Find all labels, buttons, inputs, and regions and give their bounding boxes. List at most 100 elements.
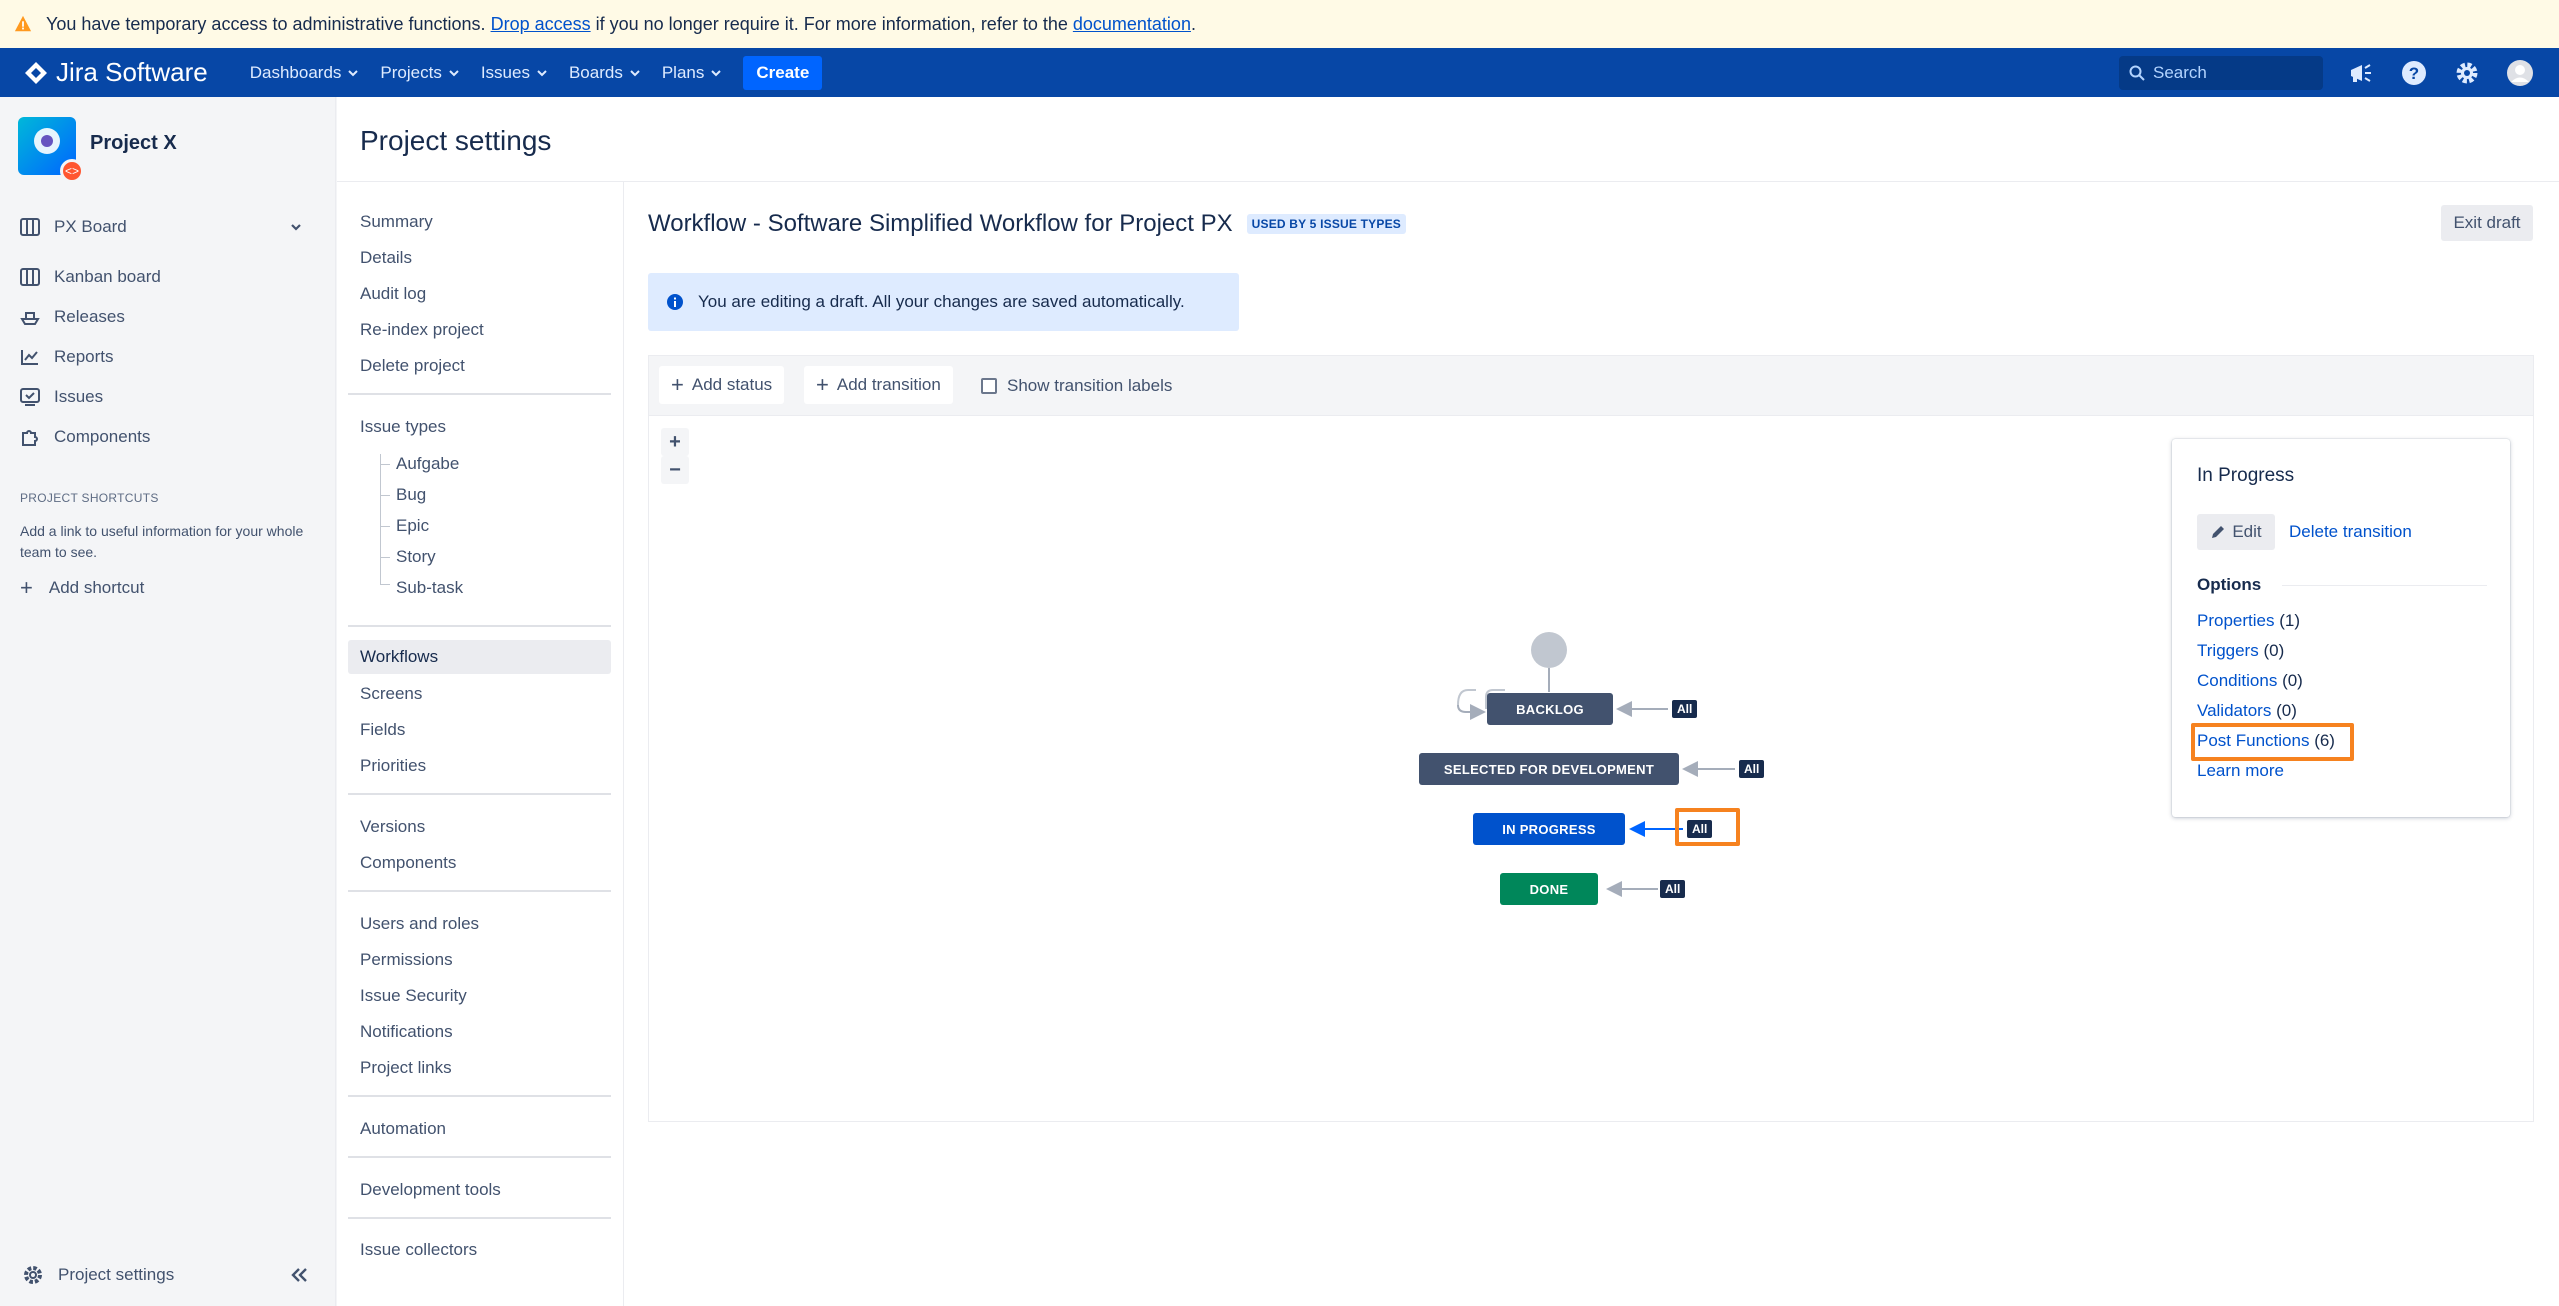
puzzle-icon [22, 430, 38, 446]
megaphone-icon [2351, 64, 2371, 82]
settings-nav-issuetype-subtask[interactable]: Sub-task [396, 578, 463, 598]
search-box[interactable] [2119, 56, 2323, 90]
workflow-toolbar: + Add status + Add transition Show trans… [648, 355, 2534, 415]
status-backlog[interactable]: BACKLOG [1487, 693, 1613, 725]
properties-count: (1) [2279, 611, 2300, 630]
jira-logo[interactable]: Jira Software [24, 57, 208, 88]
nav-projects-label: Projects [380, 62, 442, 82]
nav-plans[interactable]: Plans [662, 63, 722, 83]
settings-nav-components[interactable]: Components [360, 853, 456, 873]
settings-nav-summary[interactable]: Summary [360, 212, 433, 232]
used-by-lozenge[interactable]: USED BY 5 ISSUE TYPES [1246, 214, 1406, 234]
settings-nav-issuetype-epic[interactable]: Epic [396, 516, 429, 536]
settings-nav-users-roles[interactable]: Users and roles [360, 914, 479, 934]
settings-nav-issue-collectors[interactable]: Issue collectors [360, 1240, 477, 1260]
option-properties: Properties (1) [2197, 611, 2300, 631]
top-navigation: Jira Software Dashboards Projects Issues… [0, 48, 2559, 97]
exit-draft-button[interactable]: Exit draft [2441, 205, 2533, 241]
sidebar-board-selector[interactable]: PX Board [20, 217, 316, 237]
divider [348, 890, 611, 892]
validators-link[interactable]: Validators [2197, 701, 2271, 720]
sidebar-item-label: Releases [54, 307, 125, 326]
nav-boards[interactable]: Boards [569, 63, 640, 83]
add-transition-button[interactable]: + Add transition [804, 366, 953, 404]
add-status-button[interactable]: + Add status [659, 366, 785, 404]
profile-button[interactable] [2505, 58, 2535, 88]
divider [348, 1217, 611, 1219]
plus-icon: + [20, 575, 33, 600]
chevron-down-icon [630, 69, 640, 76]
double-chevron-left-icon [291, 1268, 307, 1282]
kanban-icon [20, 268, 40, 286]
search-icon [2129, 65, 2145, 81]
settings-nav-details[interactable]: Details [360, 248, 412, 268]
all-transition-backlog[interactable]: All [1672, 700, 1698, 718]
product-name: Jira Software [56, 57, 208, 87]
settings-nav-permissions[interactable]: Permissions [360, 950, 453, 970]
status-in-progress[interactable]: IN PROGRESS [1473, 813, 1625, 845]
banner-text-mid: if you no longer require it. For more in… [595, 13, 1068, 34]
settings-button[interactable] [2452, 58, 2482, 88]
settings-nav-reindex[interactable]: Re-index project [360, 320, 484, 340]
settings-nav-issuetype-story[interactable]: Story [396, 547, 436, 567]
help-button[interactable]: ? [2399, 58, 2429, 88]
settings-nav-issuetype-aufgabe[interactable]: Aufgabe [396, 454, 459, 474]
triggers-link[interactable]: Triggers [2197, 641, 2259, 660]
tree-tick [380, 584, 390, 585]
nav-dashboards[interactable]: Dashboards [250, 63, 359, 83]
settings-nav-fields[interactable]: Fields [360, 720, 405, 740]
sidebar-item-issues[interactable]: Issues [20, 387, 103, 407]
learn-more-link[interactable]: Learn more [2197, 761, 2284, 781]
settings-nav-delete-project[interactable]: Delete project [360, 356, 465, 376]
conditions-link[interactable]: Conditions [2197, 671, 2277, 690]
settings-nav-issuetype-bug[interactable]: Bug [396, 485, 426, 505]
settings-nav-versions[interactable]: Versions [360, 817, 425, 837]
zoom-out-button[interactable]: − [661, 456, 689, 484]
nav-projects[interactable]: Projects [380, 62, 459, 83]
documentation-link[interactable]: documentation [1073, 14, 1191, 35]
properties-link[interactable]: Properties [2197, 611, 2274, 630]
sidebar-item-label: Kanban board [54, 267, 161, 286]
collapse-sidebar-button[interactable] [288, 1264, 310, 1291]
settings-nav-audit-log[interactable]: Audit log [360, 284, 426, 304]
settings-nav-project-links[interactable]: Project links [360, 1058, 452, 1078]
sidebar-item-components[interactable]: Components [20, 427, 150, 447]
create-button[interactable]: Create [743, 55, 823, 90]
add-shortcut-label: Add shortcut [48, 578, 145, 597]
show-transition-labels-toggle[interactable]: Show transition labels [981, 376, 1172, 396]
option-triggers: Triggers (0) [2197, 641, 2284, 661]
sidebar-item-releases[interactable]: Releases [20, 307, 125, 327]
settings-nav-screens[interactable]: Screens [360, 684, 422, 704]
zoom-in-button[interactable]: + [661, 428, 689, 456]
checkbox[interactable] [981, 378, 997, 394]
notifications-button[interactable] [2346, 58, 2376, 88]
project-name[interactable]: Project X [90, 132, 177, 155]
edit-transition-button[interactable]: Edit [2197, 514, 2275, 550]
settings-nav-priorities[interactable]: Priorities [360, 756, 426, 776]
settings-nav-notifications[interactable]: Notifications [360, 1022, 453, 1042]
all-transition-done[interactable]: All [1660, 880, 1686, 898]
settings-nav-issue-security[interactable]: Issue Security [360, 986, 467, 1006]
sidebar-item-reports[interactable]: Reports [20, 347, 114, 367]
draft-info-message: You are editing a draft. All your change… [648, 273, 1239, 331]
add-shortcut-button[interactable]: + Add shortcut [20, 577, 144, 599]
tree-tick [380, 464, 390, 465]
settings-nav-issue-types[interactable]: Issue types [360, 417, 446, 437]
settings-nav-workflows[interactable]: Workflows [348, 640, 611, 674]
drop-access-link[interactable]: Drop access [491, 14, 591, 35]
search-input[interactable] [2151, 62, 2311, 84]
highlight-post-functions [2191, 723, 2354, 761]
status-done[interactable]: DONE [1500, 873, 1598, 905]
conditions-count: (0) [2282, 671, 2303, 690]
nav-issues[interactable]: Issues [481, 63, 547, 83]
sidebar-item-kanban-board[interactable]: Kanban board [20, 267, 161, 287]
delete-transition-link[interactable]: Delete transition [2289, 522, 2412, 542]
chevron-down-icon [449, 69, 459, 76]
all-transition-selected[interactable]: All [1739, 760, 1765, 778]
status-selected-for-development[interactable]: SELECTED FOR DEVELOPMENT [1419, 753, 1679, 785]
project-avatar[interactable]: <> [18, 117, 84, 183]
settings-nav-development-tools[interactable]: Development tools [360, 1180, 501, 1200]
settings-nav-automation[interactable]: Automation [360, 1119, 446, 1139]
edit-label: Edit [2232, 522, 2262, 541]
sidebar-project-settings[interactable]: Project settings [22, 1264, 174, 1286]
